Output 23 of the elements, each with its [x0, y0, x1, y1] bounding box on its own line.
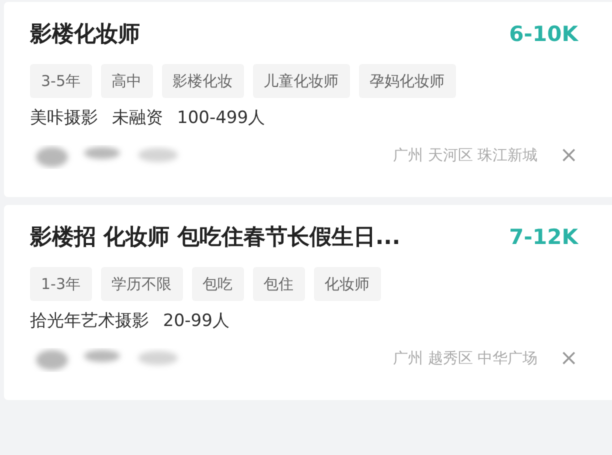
tag: 高中: [100, 64, 152, 98]
tag: 包吃: [192, 267, 244, 301]
company-info: 未融资: [112, 107, 163, 129]
company-info: 20-99人: [163, 310, 230, 332]
company-info: 100-499人: [177, 107, 266, 129]
salary: 6-10K: [509, 22, 578, 46]
tag: 儿童化妆师: [252, 64, 350, 98]
tag: 化妆师: [314, 267, 380, 301]
tag: 3-5年: [30, 64, 92, 98]
tag: 1-3年: [30, 267, 92, 301]
company-info: 美咔摄影: [30, 107, 98, 129]
job-card[interactable]: 影楼化妆师 6-10K 3-5年 高中 影楼化妆 儿童化妆师 孕妈化妆师 美咔摄影 未融资 100-499人 广州 天河区 珠江新城 ×: [4, 2, 612, 197]
company-info: 拾光年艺术摄影: [30, 310, 149, 332]
tag: 孕妈化妆师: [358, 64, 456, 98]
salary: 7-12K: [509, 225, 578, 249]
job-location: 广州 越秀区 中华广场: [393, 348, 538, 368]
job-location: 广州 天河区 珠江新城: [393, 146, 538, 164]
tag: 学历不限: [100, 267, 182, 301]
job-title: 影楼化妆师: [30, 21, 140, 49]
tag: 影楼化妆: [162, 64, 244, 98]
tag: 包住: [252, 267, 304, 301]
job-card[interactable]: 影楼招 化妆师 包吃住春节长假生日... 7-12K 1-3年 学历不限 包吃 包住 化妆师 拾光年艺术摄影 20-99人 广州 越秀区 中华广场 ×: [4, 205, 612, 400]
job-title: 影楼招 化妆师 包吃住春节长假生日...: [30, 224, 400, 252]
